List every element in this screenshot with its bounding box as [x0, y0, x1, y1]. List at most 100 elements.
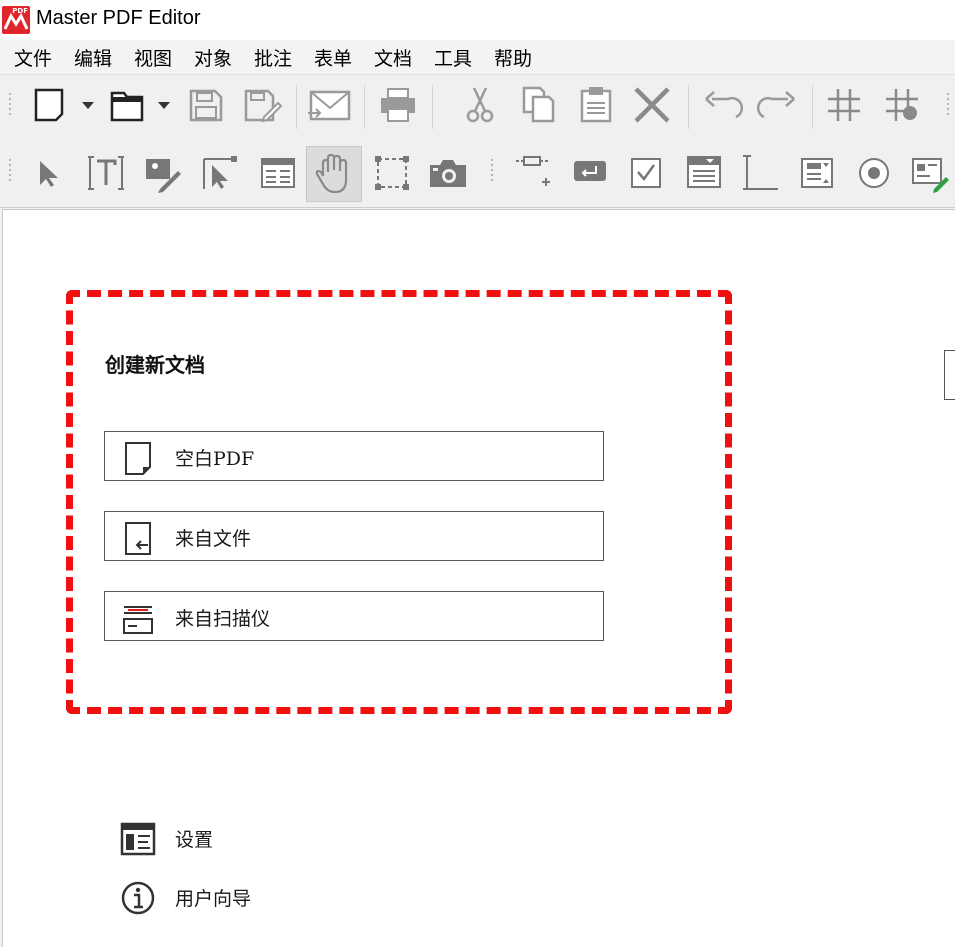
toolbar-grip[interactable] — [491, 159, 494, 184]
envelope-icon — [308, 90, 351, 121]
edit-forms-icon — [203, 156, 237, 189]
side-panel-edge[interactable] — [944, 350, 955, 400]
save-as-icon — [244, 89, 283, 123]
hand-icon — [315, 153, 348, 194]
link-icon — [516, 156, 550, 186]
toolbar-grip[interactable] — [947, 93, 950, 118]
scissors-icon — [466, 87, 494, 123]
open-dropdown[interactable] — [152, 83, 174, 127]
scanner-icon — [123, 606, 153, 634]
blank-pdf-label: 空白PDF — [175, 448, 255, 470]
settings-icon — [120, 822, 156, 856]
printer-icon — [381, 88, 415, 122]
signature-icon — [912, 158, 949, 193]
signature-field-button[interactable] — [908, 151, 952, 195]
menu-tools[interactable]: 工具 — [434, 44, 472, 71]
paste-button[interactable] — [574, 83, 618, 127]
menu-file[interactable]: 文件 — [14, 44, 52, 71]
from-file-button[interactable]: 来自文件 — [104, 511, 604, 561]
grid-icon — [828, 89, 860, 121]
text-field-button[interactable] — [738, 151, 782, 195]
marquee-select-button[interactable] — [370, 151, 414, 195]
radio-field-button[interactable] — [852, 151, 896, 195]
undo-button[interactable] — [700, 83, 744, 127]
delete-button[interactable] — [630, 83, 674, 127]
menu-bar: 文件 编辑 视图 对象 批注 表单 文档 工具 帮助 — [0, 40, 955, 74]
print-button[interactable] — [376, 83, 420, 127]
new-document-icon — [34, 88, 64, 122]
settings-label: 设置 — [175, 829, 214, 851]
form-list-button[interactable] — [256, 151, 300, 195]
radio-button-icon — [859, 158, 889, 188]
app-logo-icon: PDF — [2, 6, 30, 34]
blank-pdf-button[interactable]: 空白PDF — [104, 431, 604, 481]
open-button[interactable] — [106, 83, 150, 127]
snapshot-button[interactable] — [426, 151, 470, 195]
list-box-field-button[interactable] — [796, 151, 840, 195]
save-button[interactable] — [184, 83, 228, 127]
file-import-icon — [125, 522, 151, 555]
checkbox-icon — [631, 158, 661, 188]
snap-grid-icon — [886, 89, 918, 121]
combo-box-field-button[interactable] — [682, 151, 726, 195]
menu-document[interactable]: 文档 — [374, 44, 412, 71]
menu-edit[interactable]: 编辑 — [74, 44, 112, 71]
select-tool-button[interactable] — [26, 151, 70, 195]
cut-button[interactable] — [458, 83, 502, 127]
window-title: Master PDF Editor — [36, 7, 201, 29]
user-guide-label: 用户向导 — [175, 888, 252, 910]
snap-to-grid-button[interactable] — [880, 83, 924, 127]
combo-box-icon — [687, 156, 721, 188]
email-button[interactable] — [306, 83, 354, 127]
save-as-button[interactable] — [240, 83, 284, 127]
link-tool-button[interactable] — [512, 151, 556, 195]
from-scanner-button[interactable]: 来自扫描仪 — [104, 591, 604, 641]
redo-icon — [756, 91, 795, 119]
toolbar-grip[interactable] — [9, 159, 12, 184]
chevron-down-icon — [158, 102, 170, 109]
delete-x-icon — [634, 87, 670, 123]
copy-icon — [522, 86, 555, 123]
save-icon — [189, 89, 223, 122]
menu-comment[interactable]: 批注 — [254, 44, 292, 71]
hand-tool-button[interactable] — [306, 146, 362, 202]
menu-help[interactable]: 帮助 — [494, 44, 532, 71]
checkbox-field-button[interactable] — [624, 151, 668, 195]
blank-page-icon — [125, 442, 151, 475]
redo-button[interactable] — [756, 83, 800, 127]
chevron-down-icon — [82, 102, 94, 109]
form-icon — [261, 158, 295, 188]
undo-icon — [705, 91, 744, 119]
text-field-icon — [743, 155, 778, 190]
edit-image-button[interactable] — [140, 151, 184, 195]
new-document-button[interactable] — [28, 83, 72, 127]
info-icon — [121, 881, 155, 915]
new-document-dropdown[interactable] — [74, 83, 96, 127]
menu-object[interactable]: 对象 — [194, 44, 232, 71]
camera-icon — [430, 160, 466, 187]
toolbar-grip[interactable] — [9, 93, 12, 118]
edit-image-icon — [146, 159, 181, 193]
button-field-icon — [574, 161, 606, 181]
main-toolbar — [0, 74, 955, 140]
button-field-button[interactable] — [568, 151, 612, 195]
from-scanner-label: 来自扫描仪 — [175, 608, 271, 630]
menu-forms[interactable]: 表单 — [314, 44, 352, 71]
list-box-icon — [801, 158, 833, 188]
tools-toolbar — [0, 139, 955, 208]
edit-text-button[interactable] — [84, 151, 128, 195]
text-tool-icon — [88, 156, 124, 190]
arrow-pointer-icon — [40, 161, 58, 187]
folder-icon — [110, 91, 144, 122]
edit-forms-button[interactable] — [198, 151, 242, 195]
title-bar: PDF Master PDF Editor — [0, 0, 955, 40]
copy-button[interactable] — [516, 83, 560, 127]
user-guide-link[interactable]: 用户向导 — [120, 877, 380, 917]
create-new-document-heading: 创建新文档 — [105, 353, 205, 377]
grid-button[interactable] — [822, 83, 866, 127]
marquee-icon — [375, 156, 409, 190]
clipboard-icon — [580, 87, 612, 123]
menu-view[interactable]: 视图 — [134, 44, 172, 71]
settings-link[interactable]: 设置 — [120, 818, 380, 858]
from-file-label: 来自文件 — [175, 528, 252, 550]
